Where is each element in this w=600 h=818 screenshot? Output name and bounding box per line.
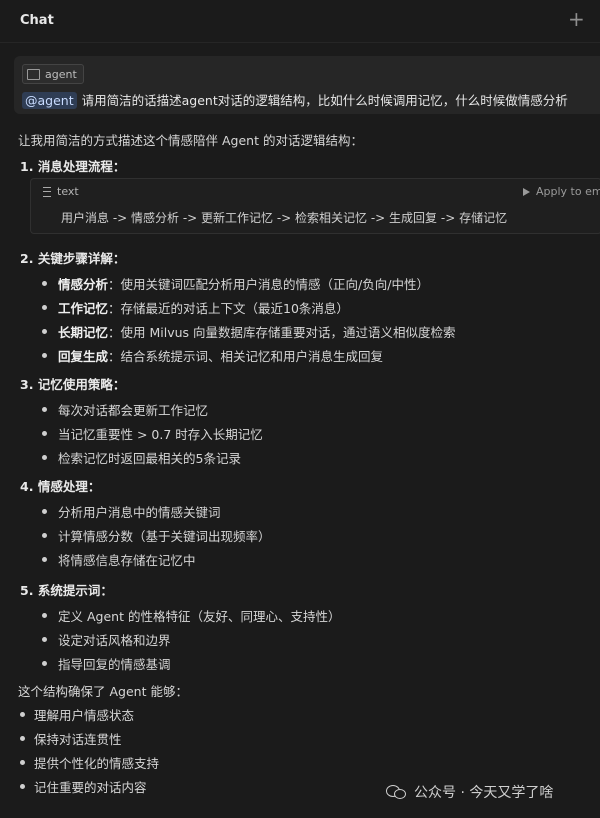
list-item: 长期记忆：使用 Milvus 向量数据库存储重要对话，通过语义相似度检索 xyxy=(58,322,456,341)
bullet xyxy=(42,533,47,538)
bullet xyxy=(42,455,47,460)
list-item: 当记忆重要性 > 0.7 时存入长期记忆 xyxy=(58,427,263,442)
item-text: ：使用关键词匹配分析用户消息的情感（正向/负向/中性） xyxy=(108,277,429,292)
item-text: ：存储最近的对话上下文（最近10条消息） xyxy=(108,301,349,316)
chat-header: Chat + ⋮ xyxy=(0,0,600,43)
section-number: 2. xyxy=(20,251,34,266)
watermark-text: 公众号 · 今天又学了啥 xyxy=(414,785,554,801)
text-lines-icon xyxy=(43,186,51,197)
bullet xyxy=(42,305,47,310)
list-item: 检索记忆时返回最相关的5条记录 xyxy=(58,451,241,466)
bullet xyxy=(42,329,47,334)
user-message: @agent 请用简洁的话描述agent对话的逻辑结构，比如什么时候调用记忆，什么… xyxy=(22,90,568,109)
list-item: 提供个性化的情感支持 xyxy=(34,756,160,771)
section-3-heading: 3. 记忆使用策略： xyxy=(20,374,125,393)
section-title: 系统提示词： xyxy=(37,583,113,598)
chat-title: Chat xyxy=(20,13,54,28)
code-language-label: text xyxy=(57,185,79,198)
section-2-heading: 2. 关键步骤详解： xyxy=(20,248,125,267)
item-text: ：使用 Milvus 向量数据库存储重要对话，通过语义相似度检索 xyxy=(108,325,456,340)
section-1-heading: 1. 消息处理流程： xyxy=(20,156,125,175)
section-number: 4. xyxy=(20,479,34,494)
user-message-text: 请用简洁的话描述agent对话的逻辑结构，比如什么时候调用记忆，什么时候做情感分… xyxy=(81,93,568,108)
section-number: 3. xyxy=(20,377,34,392)
list-item: 回复生成：结合系统提示词、相关记忆和用户消息生成回复 xyxy=(58,346,383,365)
agent-mention[interactable]: @agent xyxy=(22,92,77,109)
bullet xyxy=(20,784,25,789)
apply-button[interactable]: Apply to emo xyxy=(523,185,600,198)
section-title: 情感处理： xyxy=(37,479,101,494)
play-icon xyxy=(523,187,530,196)
folder-icon xyxy=(27,68,40,80)
bullet xyxy=(42,557,47,562)
item-term: 回复生成 xyxy=(58,349,109,364)
code-language: text xyxy=(43,185,79,198)
wechat-icon xyxy=(386,784,406,800)
item-term: 情感分析 xyxy=(58,277,109,292)
item-text: ：结合系统提示词、相关记忆和用户消息生成回复 xyxy=(108,349,384,364)
section-title: 消息处理流程： xyxy=(37,159,126,174)
summary-text: 这个结构确保了 Agent 能够： xyxy=(18,684,188,699)
bullet xyxy=(42,661,47,666)
bullet xyxy=(42,431,47,436)
apply-button-label: Apply to emo xyxy=(536,185,600,198)
section-4-heading: 4. 情感处理： xyxy=(20,476,100,495)
list-item: 将情感信息存储在记忆中 xyxy=(58,553,196,568)
watermark: 公众号 · 今天又学了啥 xyxy=(386,782,553,802)
item-term: 工作记忆 xyxy=(58,301,109,316)
bullet xyxy=(42,353,47,358)
code-line: 用户消息 -> 情感分析 -> 更新工作记忆 -> 检索相关记忆 -> 生成回复… xyxy=(61,211,508,225)
bullet xyxy=(42,613,47,618)
context-chip-label: agent xyxy=(45,67,77,81)
list-item: 定义 Agent 的性格特征（友好、同理心、支持性） xyxy=(58,609,341,624)
list-item: 计算情感分数（基于关键词出现频率） xyxy=(58,529,271,544)
list-item: 记住重要的对话内容 xyxy=(34,780,147,795)
section-title: 记忆使用策略： xyxy=(37,377,126,392)
list-item: 保持对话连贯性 xyxy=(34,732,122,747)
response-intro: 让我用简洁的方式描述这个情感陪伴 Agent 的对话逻辑结构： xyxy=(18,133,363,148)
list-item: 理解用户情感状态 xyxy=(34,708,135,723)
bullet xyxy=(42,637,47,642)
list-item: 情感分析：使用关键词匹配分析用户消息的情感（正向/负向/中性） xyxy=(58,274,429,293)
list-item: 设定对话风格和边界 xyxy=(58,633,171,648)
list-item: 指导回复的情感基调 xyxy=(58,657,171,672)
bullet xyxy=(42,281,47,286)
bullet xyxy=(42,509,47,514)
context-chip[interactable]: agent xyxy=(22,64,84,84)
section-number: 5. xyxy=(20,583,34,598)
section-5-heading: 5. 系统提示词： xyxy=(20,580,113,599)
list-item: 分析用户消息中的情感关键词 xyxy=(58,505,221,520)
new-chat-button[interactable]: + xyxy=(568,8,585,30)
bullet xyxy=(42,407,47,412)
item-term: 长期记忆 xyxy=(58,325,109,340)
bullet xyxy=(20,736,25,741)
section-number: 1. xyxy=(20,159,34,174)
code-block: text Apply to emo 用户消息 -> 情感分析 -> 更新工作记忆… xyxy=(30,178,600,234)
more-options-icon[interactable]: ⋮ xyxy=(592,7,600,28)
section-title: 关键步骤详解： xyxy=(37,251,126,266)
bullet xyxy=(20,760,25,765)
bullet xyxy=(20,712,25,717)
list-item: 工作记忆：存储最近的对话上下文（最近10条消息） xyxy=(58,298,349,317)
list-item: 每次对话都会更新工作记忆 xyxy=(58,403,209,418)
